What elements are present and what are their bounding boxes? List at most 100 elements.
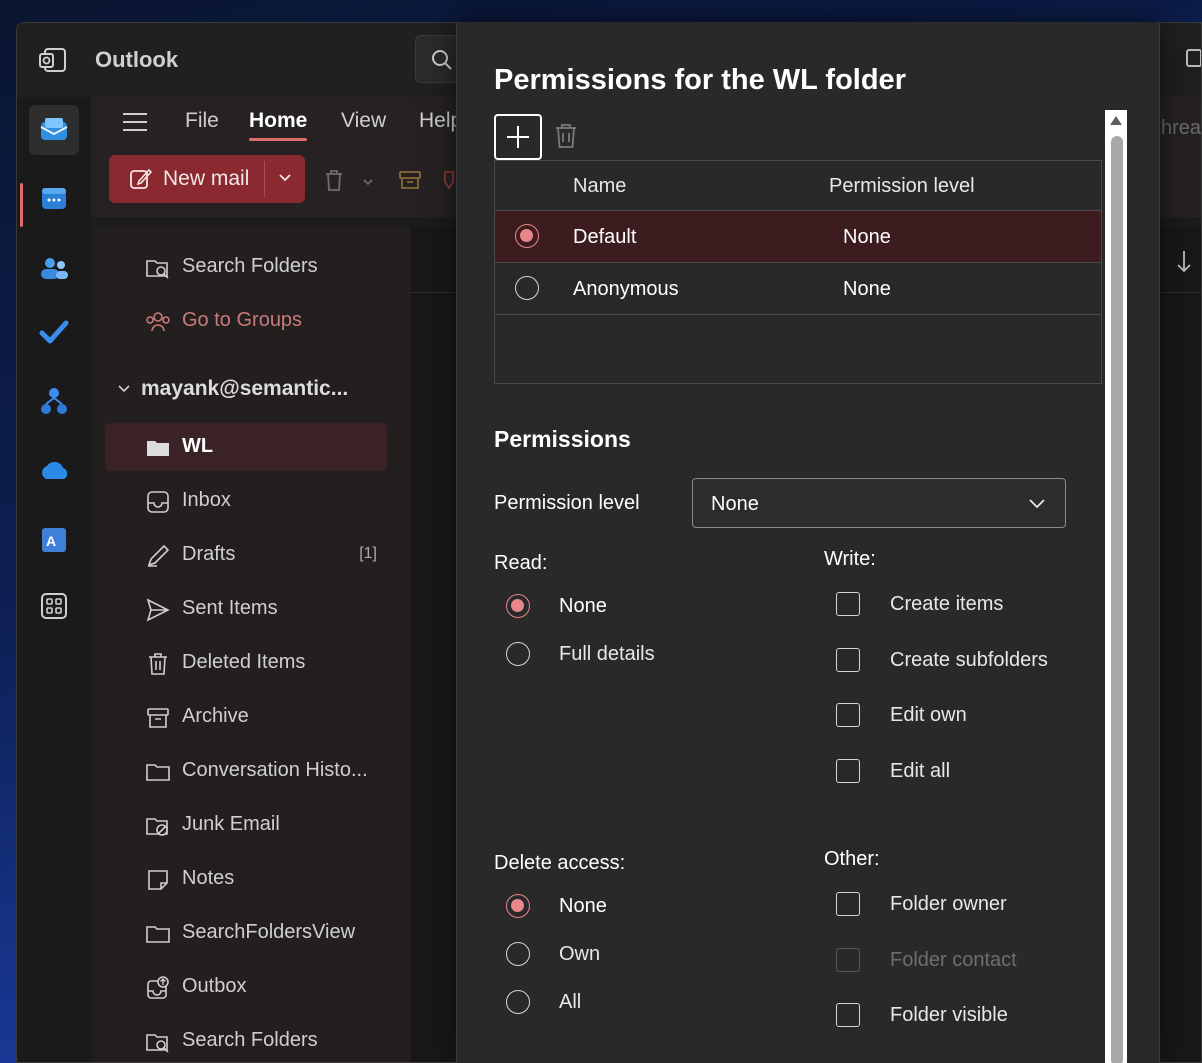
delete-all-radio[interactable]: All <box>506 990 581 1014</box>
checkbox-control[interactable] <box>836 892 860 916</box>
option-label: Folder visible <box>890 1003 1008 1026</box>
folder-item-wl[interactable]: WL <box>105 423 387 471</box>
option-label: None <box>559 894 607 917</box>
scrollbar-thumb[interactable] <box>1111 136 1123 1063</box>
folder-item-junk-email[interactable]: Junk Email <box>95 801 395 849</box>
plus-icon <box>507 126 529 148</box>
row-radio[interactable] <box>515 276 539 300</box>
edit-own-checkbox[interactable]: Edit own <box>836 703 967 727</box>
rail-people-icon[interactable] <box>29 243 79 293</box>
folder-item-deleted-items[interactable]: Deleted Items <box>95 639 395 687</box>
new-mail-label: New mail <box>163 167 250 190</box>
notes-icon <box>148 870 168 890</box>
tab-file[interactable]: File <box>185 109 219 133</box>
rail-onedrive-icon[interactable] <box>29 445 79 495</box>
archive-icon[interactable] <box>397 167 423 193</box>
option-label: Folder contact <box>890 948 1017 971</box>
rail-todo-icon[interactable] <box>29 307 79 357</box>
rail-mail-icon[interactable] <box>29 105 79 155</box>
folder-label: Drafts <box>182 543 236 565</box>
folder-owner-checkbox[interactable]: Folder owner <box>836 892 1007 916</box>
column-header-name[interactable]: Name <box>573 175 626 198</box>
column-header-permission-level[interactable]: Permission level <box>829 175 975 198</box>
send-icon <box>146 598 170 622</box>
option-label: None <box>559 594 607 617</box>
folder-item-search-folders-top[interactable]: Search Folders <box>95 243 395 291</box>
edit-all-checkbox[interactable]: Edit all <box>836 759 950 783</box>
tab-home[interactable]: Home <box>249 109 308 141</box>
folder-label: Go to Groups <box>182 309 303 331</box>
permission-level-dropdown[interactable]: None <box>692 478 1066 528</box>
folder-icon <box>147 441 169 456</box>
row-level: None <box>843 278 891 300</box>
go-to-groups-link[interactable]: Go to Groups <box>95 297 395 345</box>
account-name: mayank@semantic... <box>141 377 349 400</box>
tab-view[interactable]: View <box>341 109 386 133</box>
folder-label: Search Folders <box>182 1029 318 1051</box>
folder-visible-checkbox[interactable]: Folder visible <box>836 1003 1008 1027</box>
checkbox-control[interactable] <box>836 592 860 616</box>
radio-control[interactable] <box>506 990 530 1014</box>
folder-item-notes[interactable]: Notes <box>95 855 395 903</box>
delete-none-radio[interactable]: None <box>506 894 607 918</box>
radio-control[interactable] <box>506 642 530 666</box>
folder-item-drafts[interactable]: Drafts [1] <box>95 531 395 579</box>
search-folder-icon <box>146 1034 169 1053</box>
svg-text:A: A <box>46 533 56 549</box>
rail-apps-icon[interactable] <box>29 581 79 631</box>
folder-label: Notes <box>182 867 235 889</box>
folder-item-archive[interactable]: Archive <box>95 693 395 741</box>
sort-arrow-icon[interactable] <box>1175 249 1193 275</box>
folder-label: Junk Email <box>182 813 280 835</box>
delete-own-radio[interactable]: Own <box>506 942 600 966</box>
option-label: Edit own <box>890 703 967 726</box>
option-label: Edit all <box>890 759 951 782</box>
table-row[interactable]: Anonymous None <box>495 263 1101 315</box>
checkbox-control[interactable] <box>836 703 860 727</box>
row-name: Anonymous <box>573 278 679 300</box>
folder-label: WL <box>182 435 214 457</box>
hamburger-menu-icon[interactable] <box>123 113 147 137</box>
option-label: Own <box>559 942 601 965</box>
scroll-up-arrow-icon[interactable] <box>1109 114 1123 126</box>
read-none-radio[interactable]: None <box>506 594 607 618</box>
create-items-checkbox[interactable]: Create items <box>836 592 1003 616</box>
rail-word-icon[interactable]: A <box>29 515 79 565</box>
add-user-button[interactable] <box>494 114 542 160</box>
chevron-down-icon[interactable] <box>277 169 293 185</box>
checkbox-control <box>836 948 860 972</box>
delete-user-icon[interactable] <box>553 122 579 150</box>
chevron-down-icon <box>1029 499 1045 509</box>
row-radio[interactable] <box>515 224 539 248</box>
new-mail-button[interactable]: New mail <box>109 155 305 203</box>
radio-control[interactable] <box>506 894 530 918</box>
create-subfolders-checkbox[interactable]: Create subfolders <box>836 648 1048 672</box>
option-label: Create subfolders <box>890 648 1048 671</box>
chevron-down-icon[interactable] <box>361 175 375 189</box>
folder-item-searchfoldersview[interactable]: SearchFoldersView <box>95 909 395 957</box>
folder-item-inbox[interactable]: Inbox <box>95 477 395 525</box>
rail-org-icon[interactable] <box>29 377 79 427</box>
rail-calendar-icon[interactable] <box>29 173 79 223</box>
outlook-logo-icon <box>39 48 66 72</box>
delete-icon[interactable] <box>321 167 347 193</box>
app-rail: A <box>17 97 91 1062</box>
meet-now-icon[interactable] <box>1183 47 1202 69</box>
folder-item-sent-items[interactable]: Sent Items <box>95 585 395 633</box>
checkbox-control[interactable] <box>836 759 860 783</box>
checkbox-control[interactable] <box>836 648 860 672</box>
folder-item-outbox[interactable]: Outbox <box>95 963 395 1011</box>
folder-item-conversation-history[interactable]: Conversation Histo... <box>95 747 395 795</box>
outbox-icon <box>147 976 169 999</box>
folder-item-search-folders[interactable]: Search Folders <box>95 1017 395 1062</box>
table-row[interactable]: Default None <box>495 211 1101 263</box>
row-level: None <box>843 226 891 248</box>
unread-count: [1] <box>359 545 377 562</box>
chevron-down-icon[interactable] <box>117 383 131 395</box>
account-header[interactable]: mayank@semantic... <box>117 377 348 401</box>
report-icon[interactable] <box>443 167 455 193</box>
radio-control[interactable] <box>506 594 530 618</box>
read-full-details-radio[interactable]: Full details <box>506 642 655 666</box>
checkbox-control[interactable] <box>836 1003 860 1027</box>
radio-control[interactable] <box>506 942 530 966</box>
